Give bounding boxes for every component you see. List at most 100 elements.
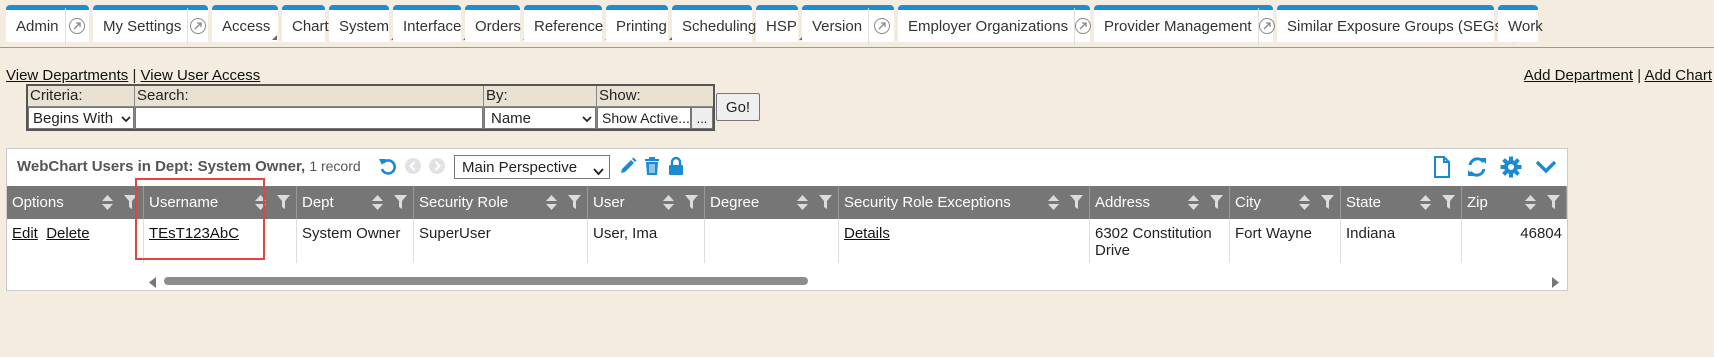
add-department-link[interactable]: Add Department — [1524, 67, 1633, 84]
forward-icon[interactable] — [427, 155, 447, 177]
tab-scheduling[interactable]: Scheduling — [672, 5, 764, 42]
edit-link[interactable]: Edit — [12, 225, 38, 242]
perspective-value: Main Perspective — [462, 158, 578, 176]
tab-hsp[interactable]: HSP — [756, 5, 804, 42]
add-chart-link[interactable]: Add Chart — [1644, 67, 1712, 84]
column-header-security-role-exceptions[interactable]: Security Role Exceptions — [839, 186, 1090, 219]
column-header-security-role[interactable]: Security Role — [414, 186, 588, 219]
external-link-icon[interactable] — [868, 7, 894, 45]
external-link-icon[interactable] — [64, 7, 89, 45]
show-select[interactable]: Show Active... — [597, 107, 691, 129]
tab-system[interactable]: System — [329, 5, 397, 42]
column-header-state[interactable]: State — [1341, 186, 1462, 219]
by-value: Name — [491, 109, 532, 127]
external-link-icon[interactable] — [187, 7, 208, 45]
tab-access[interactable]: Access — [212, 5, 278, 42]
undo-icon[interactable] — [377, 155, 399, 177]
tab-chart[interactable]: Chart — [282, 5, 336, 42]
sort-icon[interactable] — [1048, 195, 1059, 214]
tab-admin[interactable]: Admin — [6, 5, 89, 45]
user-cell: User, Ima — [588, 219, 705, 263]
sort-icon[interactable] — [1420, 195, 1431, 214]
column-header-city[interactable]: City — [1230, 186, 1341, 219]
view-user-access-link[interactable]: View User Access — [141, 67, 261, 84]
state-cell: Indiana — [1341, 219, 1462, 263]
users-grid-panel: WebChart Users in Dept: System Owner, 1 … — [6, 148, 1568, 291]
criteria-label: Criteria: — [30, 87, 83, 104]
filter-icon[interactable] — [394, 195, 407, 213]
document-icon[interactable] — [1431, 155, 1453, 179]
column-header-label: State — [1346, 194, 1382, 211]
go-button[interactable]: Go! — [716, 93, 760, 121]
back-icon[interactable] — [403, 155, 423, 177]
search-input[interactable] — [135, 107, 483, 129]
pencil-icon[interactable] — [617, 155, 639, 177]
sort-icon[interactable] — [1188, 195, 1199, 214]
sort-icon[interactable] — [1525, 195, 1536, 214]
perspective-select[interactable]: Main Perspective — [454, 155, 610, 179]
tab-interface[interactable]: Interface — [393, 5, 469, 42]
filter-icon[interactable] — [1321, 195, 1334, 213]
filter-icon[interactable] — [1070, 195, 1083, 213]
column-header-user[interactable]: User — [588, 186, 705, 219]
sort-icon[interactable] — [102, 195, 113, 214]
column-header-label: Security Role Exceptions — [844, 194, 1011, 211]
criteria-select[interactable]: Begins With — [28, 107, 134, 129]
tab-employer-organizations[interactable]: Employer Organizations — [898, 5, 1092, 45]
trash-icon[interactable] — [641, 155, 663, 177]
show-more-button[interactable]: ... — [691, 107, 713, 129]
sort-icon[interactable] — [372, 195, 383, 214]
filter-icon[interactable] — [1442, 195, 1455, 213]
horizontal-scrollbar[interactable] — [7, 272, 1567, 288]
by-select[interactable]: Name — [484, 107, 596, 129]
username-link[interactable]: TEsT123AbC — [149, 225, 239, 242]
tab-my-settings[interactable]: My Settings — [93, 5, 208, 45]
external-link-icon[interactable] — [1257, 7, 1275, 45]
city-cell: Fort Wayne — [1230, 219, 1341, 263]
tab-version[interactable]: Version — [802, 5, 894, 45]
security-role-cell: SuperUser — [414, 219, 588, 263]
tab-work[interactable]: Work — [1498, 5, 1543, 42]
tab-reference[interactable]: Reference — [524, 5, 611, 42]
filter-icon[interactable] — [685, 195, 698, 213]
column-header-label: Options — [12, 194, 64, 211]
filter-icon[interactable] — [124, 195, 137, 213]
filter-icon[interactable] — [277, 195, 290, 213]
criteria-value: Begins With — [33, 109, 114, 127]
gear-icon[interactable] — [1499, 155, 1523, 179]
scrollbar-thumb[interactable] — [164, 277, 808, 285]
filter-icon[interactable] — [819, 195, 832, 213]
lock-icon[interactable] — [665, 155, 687, 177]
column-header-label: Degree — [710, 194, 760, 211]
right-links: Add Department | Add Chart — [1524, 67, 1712, 84]
delete-link[interactable]: Delete — [46, 225, 89, 242]
column-header-zip[interactable]: Zip — [1462, 186, 1567, 219]
filter-icon[interactable] — [1547, 195, 1560, 213]
sort-icon[interactable] — [663, 195, 674, 214]
tab-orders[interactable]: Orders — [465, 5, 528, 42]
tab-similar-exposure-groups-segs[interactable]: Similar Exposure Groups (SEGs) — [1277, 5, 1531, 45]
sort-icon[interactable] — [255, 195, 266, 214]
column-header-options[interactable]: Options — [7, 186, 144, 219]
scroll-right-icon[interactable] — [1551, 275, 1559, 290]
external-link-icon[interactable] — [1074, 7, 1092, 45]
column-header-username[interactable]: Username — [144, 186, 297, 219]
column-header-address[interactable]: Address — [1090, 186, 1230, 219]
column-header-degree[interactable]: Degree — [705, 186, 839, 219]
view-departments-link[interactable]: View Departments — [6, 67, 128, 84]
scroll-left-icon[interactable] — [149, 275, 157, 290]
filter-icon[interactable] — [1210, 195, 1223, 213]
details-link[interactable]: Details — [844, 225, 890, 242]
tab-label: Work — [1508, 17, 1543, 35]
column-header-dept[interactable]: Dept — [297, 186, 414, 219]
sort-icon[interactable] — [546, 195, 557, 214]
refresh-icon[interactable] — [1465, 155, 1489, 179]
tab-provider-management[interactable]: Provider Management — [1094, 5, 1275, 45]
sort-icon[interactable] — [797, 195, 808, 214]
degree-cell — [705, 219, 839, 263]
tab-printing[interactable]: Printing — [606, 5, 674, 42]
chevron-down-icon — [582, 110, 592, 127]
sort-icon[interactable] — [1299, 195, 1310, 214]
filter-icon[interactable] — [568, 195, 581, 213]
chevron-down-icon[interactable] — [1533, 155, 1559, 179]
